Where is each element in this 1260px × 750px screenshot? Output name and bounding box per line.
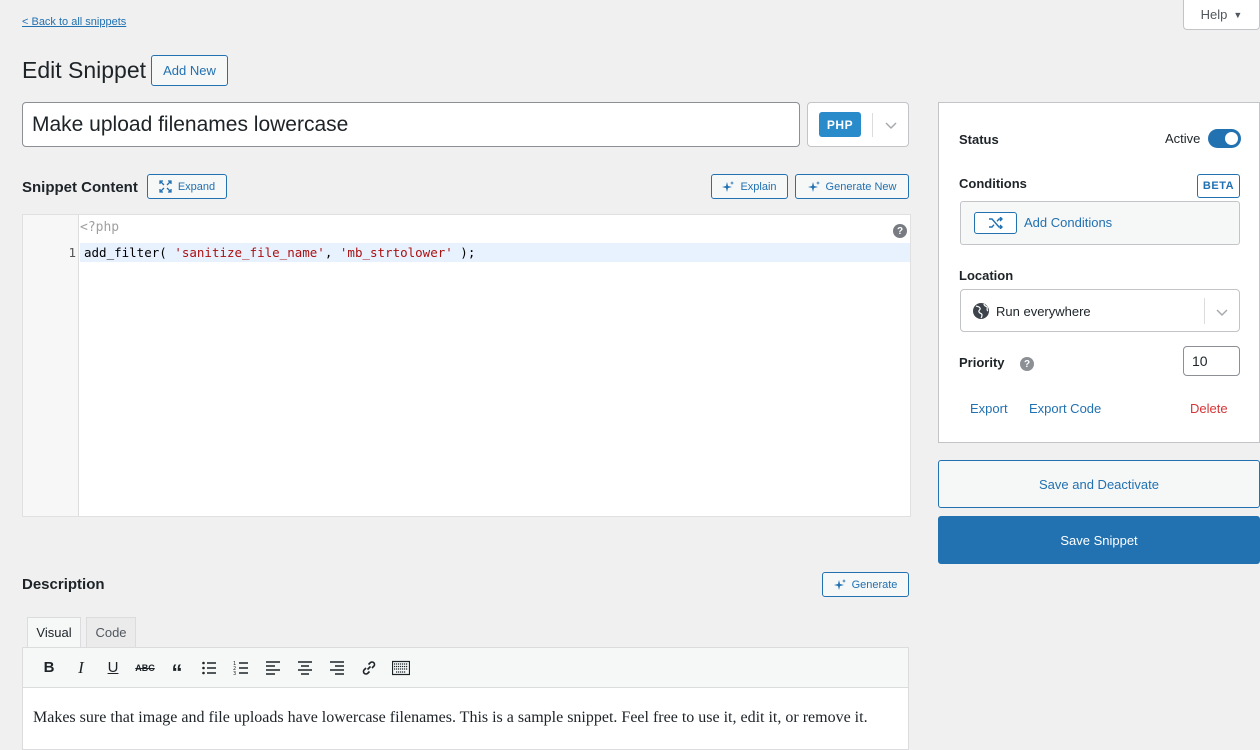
strikethrough-icon[interactable]: ABC [129,653,161,683]
location-select[interactable]: Run everywhere [960,289,1240,332]
align-center-icon[interactable] [289,653,321,683]
shuffle-icon [974,212,1017,234]
priority-label: Priority [959,355,1005,370]
sparkle-icon [833,578,846,590]
generate-new-label: Generate New [825,180,897,193]
expand-label: Expand [177,180,216,193]
location-label: Location [959,268,1014,283]
generate-button[interactable]: Generate [822,572,909,597]
globe-icon [973,303,989,319]
code-string-token: 'sanitize_file_name' [174,245,325,260]
generate-label: Generate [851,578,898,591]
code-token: ); [452,245,476,260]
caret-down-icon: ▼ [1233,9,1243,20]
tab-visual[interactable]: Visual [27,617,81,647]
status-label: Status [959,132,999,147]
help-tab-button[interactable]: Help ▼ [1183,0,1260,30]
description-editor[interactable]: Makes sure that image and file uploads h… [22,688,909,750]
italic-icon[interactable]: I [65,653,97,683]
active-toggle[interactable] [1208,129,1241,148]
save-snippet-button[interactable]: Save Snippet [938,516,1260,564]
select-divider [872,113,873,137]
tab-code[interactable]: Code [86,617,136,647]
code-token: , [324,245,340,260]
location-value: Run everywhere [996,304,1091,319]
sparkle-icon [722,180,735,192]
conditions-label: Conditions [959,176,1027,191]
code-token: add_filter( [84,245,175,260]
explain-button[interactable]: Explain [711,174,788,199]
beta-badge: BETA [1197,174,1240,198]
underline-icon[interactable]: U [97,653,129,683]
code-line[interactable]: add_filter( 'sanitize_file_name', 'mb_st… [84,245,475,260]
snippet-title-input[interactable]: Make upload filenames lowercase [22,102,800,147]
priority-input[interactable]: 10 [1183,346,1240,376]
save-and-deactivate-button[interactable]: Save and Deactivate [938,460,1260,508]
align-left-icon[interactable] [257,653,289,683]
generate-new-button[interactable]: Generate New [795,174,909,199]
explain-label: Explain [740,180,777,193]
code-string-token: 'mb_strtolower' [339,245,453,260]
editor-toolbar: B I U ABC “ 123 [22,647,909,688]
add-conditions-button[interactable]: Add Conditions [960,201,1240,245]
bold-icon[interactable]: B [33,653,65,683]
align-right-icon[interactable] [321,653,353,683]
blockquote-icon[interactable]: “ [161,653,193,683]
page-title: Edit Snippet [22,57,147,83]
bullet-list-icon[interactable] [193,653,225,683]
back-to-snippets-link[interactable]: < Back to all snippets [22,16,126,28]
export-link[interactable]: Export [970,401,1008,416]
select-divider [1204,298,1205,324]
php-type-badge: PHP [819,112,861,137]
code-type-select[interactable]: PHP [807,102,909,147]
snippet-settings-panel: Status Active Conditions BETA Add Condit… [938,102,1260,443]
line-number: 1 [68,245,76,260]
editor-gutter [23,215,79,516]
chevron-down-icon [885,122,897,130]
delete-link[interactable]: Delete [1190,401,1228,416]
svg-text:3: 3 [233,671,236,676]
help-icon[interactable]: ? [1020,357,1034,371]
keyboard-toolbar-toggle-icon[interactable] [385,653,417,683]
help-icon[interactable]: ? [893,224,907,238]
active-label: Active [1165,131,1201,146]
code-editor[interactable]: <?php 1 add_filter( 'sanitize_file_name'… [22,214,911,517]
add-new-button[interactable]: Add New [151,55,228,86]
numbered-list-icon[interactable]: 123 [225,653,257,683]
expand-icon [159,180,172,193]
link-icon[interactable] [353,653,385,683]
sparkle-icon [807,180,820,192]
snippet-content-heading: Snippet Content [22,179,138,196]
expand-button[interactable]: Expand [147,174,227,199]
export-code-link[interactable]: Export Code [1029,401,1101,416]
chevron-down-icon [1216,309,1228,317]
php-open-tag: <?php [80,220,120,235]
help-label: Help [1200,7,1228,22]
add-conditions-label: Add Conditions [1024,215,1113,230]
description-heading: Description [22,576,105,593]
